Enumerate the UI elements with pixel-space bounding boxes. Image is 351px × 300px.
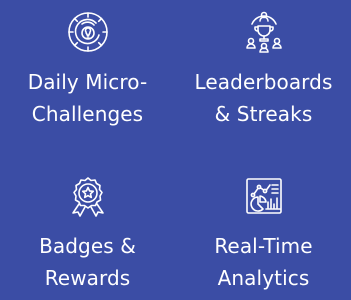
feature-leaderboards-streaks: Leaderboards & Streaks [176, 10, 351, 130]
feature-label: Real-Time Analytics [214, 234, 313, 290]
maze-target-icon [66, 10, 110, 54]
feature-label: Leaderboards & Streaks [194, 70, 333, 126]
trophy-team-icon [242, 10, 286, 54]
feature-label: Daily Micro- Challenges [27, 70, 148, 126]
feature-label: Badges & Rewards [39, 234, 136, 290]
feature-real-time-analytics: Real-Time Analytics [176, 175, 351, 294]
feature-daily-micro-challenges: Daily Micro- Challenges [0, 10, 175, 130]
badge-medal-icon [66, 175, 110, 219]
feature-badges-rewards: Badges & Rewards [0, 175, 175, 294]
analytics-chart-icon [242, 175, 286, 219]
